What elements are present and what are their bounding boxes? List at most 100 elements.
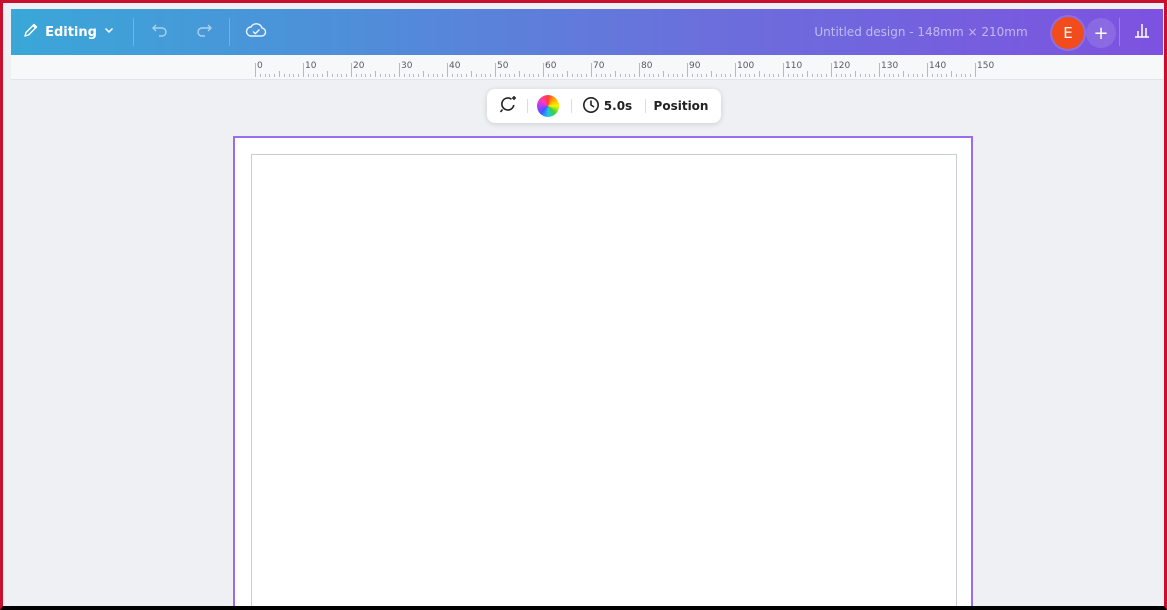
ruler-tick — [643, 74, 645, 77]
ruler-tick — [346, 74, 348, 77]
ruler-tick — [499, 74, 501, 77]
ruler-label: 30 — [401, 61, 413, 71]
insights-button[interactable] — [1125, 9, 1159, 55]
ruler-tick — [749, 74, 751, 77]
ruler-tick — [322, 74, 324, 77]
ruler-tick — [797, 74, 799, 77]
ruler-label: 0 — [257, 61, 263, 71]
ruler-label: 120 — [833, 61, 851, 71]
ruler-tick — [591, 63, 592, 77]
clock-icon — [582, 96, 600, 117]
ruler-tick — [615, 71, 616, 77]
ruler-tick — [682, 74, 684, 77]
ruler-tick — [466, 74, 468, 77]
ruler-tick — [523, 74, 525, 77]
ruler-tick — [456, 74, 458, 77]
ruler-tick — [850, 74, 852, 77]
ruler-tick — [571, 74, 573, 77]
ruler-tick — [677, 74, 679, 77]
ruler-tick — [634, 74, 636, 77]
ruler-tick — [403, 74, 405, 77]
ruler-tick — [365, 74, 367, 77]
color-button[interactable] — [533, 89, 563, 123]
animate-icon — [498, 94, 518, 118]
ruler-tick — [341, 74, 343, 77]
ruler-tick — [869, 74, 871, 77]
ruler-tick — [778, 74, 780, 77]
cloud-check-icon — [245, 21, 267, 43]
ruler-tick — [543, 63, 544, 77]
ruler-tick — [557, 74, 559, 77]
ruler-label: 70 — [593, 61, 605, 71]
ruler-tick — [317, 74, 319, 77]
ruler-tick — [687, 63, 688, 77]
ruler-tick — [562, 74, 564, 77]
ruler-tick — [831, 63, 832, 77]
ruler-tick — [504, 74, 506, 77]
chevron-down-icon — [103, 24, 115, 40]
ruler-label: 90 — [689, 61, 701, 71]
position-button[interactable]: Position — [647, 89, 715, 123]
ruler-tick — [768, 74, 770, 77]
ruler-tick — [327, 71, 328, 77]
ruler-tick — [744, 74, 746, 77]
ruler-tick — [859, 74, 861, 77]
ruler-tick — [667, 74, 669, 77]
design-page[interactable] — [233, 136, 973, 606]
ruler-tick — [269, 74, 271, 77]
ruler-tick — [946, 74, 948, 77]
undo-button[interactable] — [145, 9, 175, 55]
ruler-tick — [893, 74, 895, 77]
design-title[interactable]: Untitled design - 148mm × 210mm — [801, 9, 1041, 55]
ruler-tick — [826, 74, 828, 77]
ruler-tick — [663, 71, 664, 77]
ruler-tick — [605, 74, 607, 77]
ruler-tick — [475, 74, 477, 77]
ruler-tick — [951, 71, 952, 77]
redo-button[interactable] — [189, 9, 219, 55]
avatar[interactable]: E — [1052, 17, 1084, 49]
ruler-tick — [960, 74, 962, 77]
ruler-tick — [975, 63, 976, 77]
toolbar-divider — [133, 18, 134, 46]
animate-button[interactable] — [493, 89, 523, 123]
ruler-tick — [375, 71, 376, 77]
ruler-tick — [384, 74, 386, 77]
ruler-tick — [874, 74, 876, 77]
toolbar-divider — [229, 18, 230, 46]
ruler-tick — [595, 74, 597, 77]
ruler-tick — [672, 74, 674, 77]
save-status-button[interactable] — [241, 9, 271, 55]
ruler-tick — [437, 74, 439, 77]
ruler-tick — [927, 63, 928, 77]
ruler-tick — [816, 74, 818, 77]
ruler-tick — [519, 71, 520, 77]
ruler-tick — [279, 71, 280, 77]
ruler-tick — [288, 74, 290, 77]
ruler-tick — [283, 74, 285, 77]
ruler-tick — [912, 74, 914, 77]
ruler-tick — [264, 74, 266, 77]
ruler-label: 40 — [449, 61, 461, 71]
bar-chart-icon — [1133, 21, 1151, 43]
ruler-tick — [576, 74, 578, 77]
ruler-tick — [696, 74, 698, 77]
ruler-tick — [394, 74, 396, 77]
ruler-tick — [509, 74, 511, 77]
ruler-tick — [418, 74, 420, 77]
ruler-tick — [807, 71, 808, 77]
ruler-tick — [336, 74, 338, 77]
ruler-tick — [307, 74, 309, 77]
add-collaborator-button[interactable]: + — [1086, 18, 1116, 48]
ruler-tick — [965, 74, 967, 77]
ruler-tick — [495, 63, 496, 77]
duration-button[interactable]: 5.0s — [577, 89, 637, 123]
ruler-tick — [639, 63, 640, 77]
ruler-tick — [351, 63, 352, 77]
editing-mode-button[interactable]: Editing — [21, 9, 117, 55]
ruler-tick — [624, 74, 626, 77]
ruler-tick — [648, 74, 650, 77]
page-margin-guide — [251, 154, 957, 606]
ruler-tick — [653, 74, 655, 77]
ruler-tick — [581, 74, 583, 77]
